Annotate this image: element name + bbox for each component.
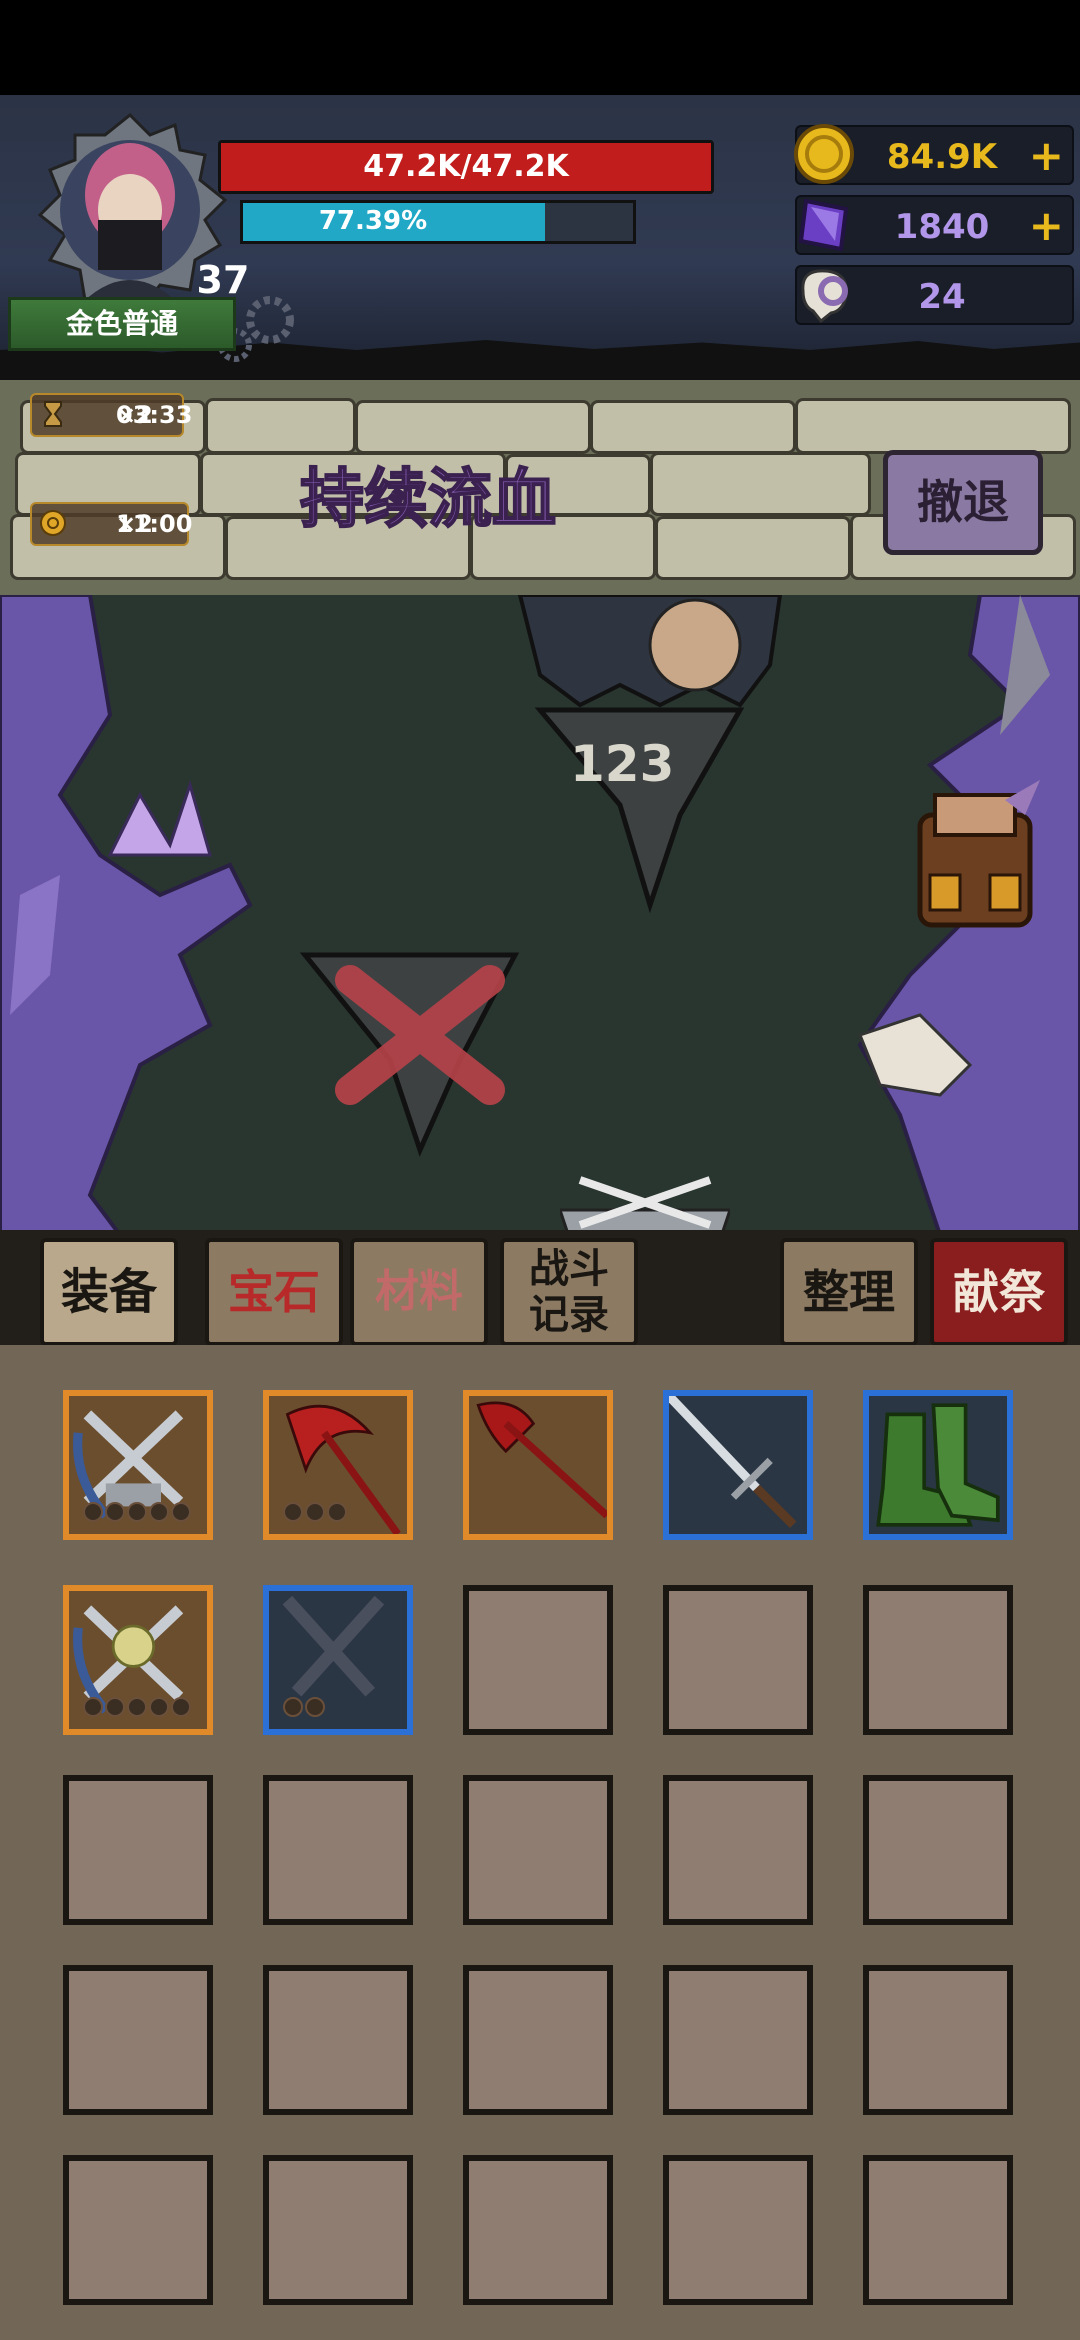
- exp-boost-time: 03:33: [116, 401, 193, 429]
- inventory-slot-8[interactable]: [463, 1585, 613, 1735]
- ram-skull-icon: [801, 269, 848, 324]
- status-bar: [0, 0, 1080, 95]
- inventory-slot-6[interactable]: [63, 1585, 213, 1735]
- inventory-slot-2[interactable]: [263, 1390, 413, 1540]
- inventory-slot-21[interactable]: [63, 2155, 213, 2305]
- steel-sword-icon: [665, 1392, 797, 1529]
- inventory-slot-12[interactable]: [263, 1775, 413, 1925]
- tab-materials-label: 材料: [375, 1266, 463, 1317]
- player-rank-label: 金色普通: [8, 297, 236, 351]
- inventory-slot-18[interactable]: [463, 1965, 613, 2115]
- inventory-slot-9[interactable]: [663, 1585, 813, 1735]
- inventory-slot-15[interactable]: [863, 1775, 1013, 1925]
- coin-boost-timer[interactable]: ×2 11:00: [30, 502, 193, 546]
- tab-gems[interactable]: 宝石: [205, 1238, 343, 1346]
- exp-boost-timer[interactable]: ×2 03:33: [30, 393, 192, 437]
- retreat-button[interactable]: 撤退: [883, 450, 1043, 555]
- ram-key-value: 24: [918, 277, 966, 317]
- inventory-slot-16[interactable]: [63, 1965, 213, 2115]
- inventory-slot-3[interactable]: [463, 1390, 613, 1540]
- sacrifice-label: 献祭: [953, 1265, 1045, 1319]
- tab-equipment-label: 装备: [60, 1264, 157, 1320]
- coin-boost-icon: [40, 510, 66, 536]
- inventory-slot-5[interactable]: [863, 1390, 1013, 1540]
- purple-gem-icon: [798, 198, 849, 252]
- inventory-slot-10[interactable]: [863, 1585, 1013, 1735]
- inventory-slot-22[interactable]: [263, 2155, 413, 2305]
- inventory-slot-19[interactable]: [663, 1965, 813, 2115]
- inventory-slot-1[interactable]: [63, 1390, 213, 1540]
- gold-value: 84.9K: [886, 137, 998, 177]
- inventory-slot-4[interactable]: [663, 1390, 813, 1540]
- sort-button[interactable]: 整理: [780, 1238, 918, 1346]
- coin-boost-time: 11:00: [116, 510, 193, 538]
- inventory-slot-25[interactable]: [863, 2155, 1013, 2305]
- gem-counter[interactable]: 1840 +: [795, 195, 1074, 255]
- inventory-slot-11[interactable]: [63, 1775, 213, 1925]
- inventory-slot-7[interactable]: [263, 1585, 413, 1735]
- ram-key-counter[interactable]: 24: [795, 265, 1074, 325]
- xp-text: 77.39%: [318, 206, 428, 236]
- add-gold-icon[interactable]: +: [1029, 131, 1064, 180]
- sort-label: 整理: [803, 1265, 895, 1319]
- xp-bar: 77.39%: [240, 200, 636, 244]
- empty-slot-defeated-marker: [300, 952, 520, 1157]
- sacrifice-button[interactable]: 献祭: [930, 1238, 1068, 1346]
- green-boots-icon: [876, 1403, 1000, 1527]
- tab-materials[interactable]: 材料: [350, 1238, 488, 1346]
- hp-text: 47.2K/47.2K: [363, 149, 569, 184]
- inventory-slot-17[interactable]: [263, 1965, 413, 2115]
- inventory-slot-23[interactable]: [463, 2155, 613, 2305]
- loot-backpack-icon[interactable]: [905, 775, 1045, 935]
- inventory-slot-24[interactable]: [663, 2155, 813, 2305]
- hourglass-icon: [44, 401, 62, 427]
- red-axe-icon: [476, 1401, 610, 1519]
- gold-coin-icon: [794, 124, 854, 184]
- gem-value: 1840: [894, 207, 990, 247]
- gold-counter[interactable]: 84.9K +: [794, 124, 1074, 185]
- inventory-slot-13[interactable]: [463, 1775, 613, 1925]
- add-gem-icon[interactable]: +: [1029, 201, 1064, 250]
- damage-number: 123: [570, 735, 675, 793]
- hp-bar: 47.2K/47.2K: [218, 140, 714, 194]
- inventory-slot-14[interactable]: [663, 1775, 813, 1925]
- event-title: 持续流血: [299, 462, 557, 538]
- tab-battle-log-label-1: 战斗: [529, 1246, 609, 1292]
- inventory-slot-20[interactable]: [863, 1965, 1013, 2115]
- tab-battle-log[interactable]: 战斗 记录: [500, 1238, 638, 1346]
- left-crystal-wall: [0, 595, 253, 1235]
- tab-gems-label: 宝石: [228, 1265, 320, 1319]
- tab-equipment[interactable]: 装备: [40, 1238, 178, 1346]
- tab-battle-log-label-2: 记录: [529, 1292, 609, 1338]
